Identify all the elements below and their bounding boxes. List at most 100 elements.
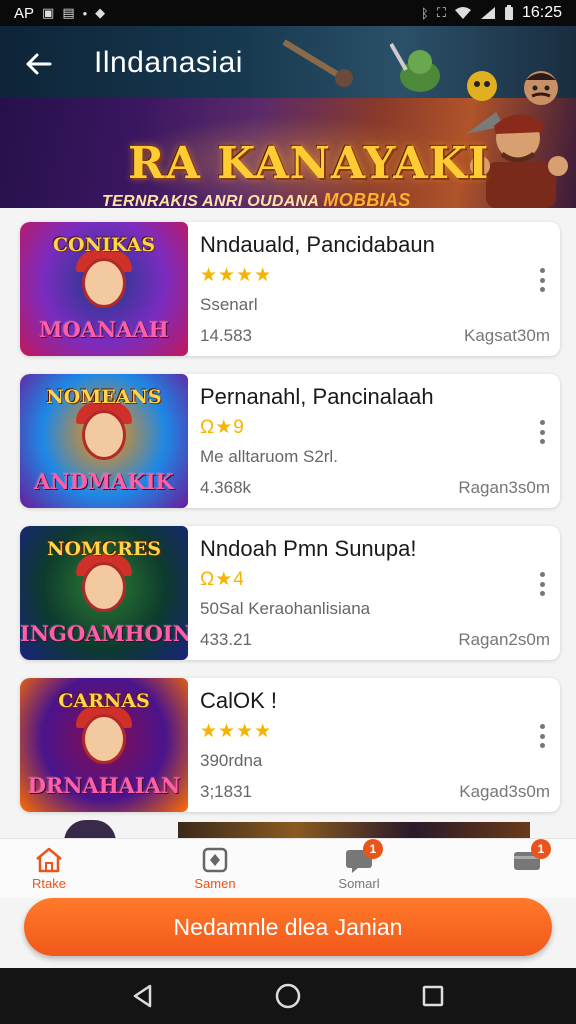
more-vert-icon[interactable]: [532, 266, 552, 294]
game-card[interactable]: NOMCRES INGOAMHOIN Nndoah Pmn Sunupa! Ω★…: [20, 526, 560, 660]
wifi-icon: [454, 7, 471, 19]
game-download-count: 14.583: [200, 326, 252, 345]
banner-subtitle-accent: MOBBIAS: [323, 190, 411, 208]
status-carrier-text: ΑΡ: [14, 4, 35, 22]
game-info: Nndoah Pmn Sunupa! Ω★4 50Sal Keraohanlis…: [200, 536, 540, 619]
game-rating-stars: Ω★4: [200, 569, 245, 590]
page-title: Ilndanasiai: [94, 46, 243, 79]
system-home-button[interactable]: [268, 976, 308, 1016]
game-thumbnail-logo-top: CONIKAS: [52, 234, 156, 256]
more-dot: [539, 429, 545, 435]
game-thumbnail-logo-top: CARNAS: [58, 690, 150, 712]
game-thumbnail[interactable]: NOMEANS ANDMAKIK: [20, 374, 188, 508]
more-dot: [539, 268, 545, 273]
battery-icon: [504, 5, 513, 20]
bluetooth-icon: ᛒ: [421, 5, 429, 21]
game-thumbnail-logo-top: NOMCRES: [46, 538, 162, 560]
game-thumbnail[interactable]: CONIKAS MOANAAH: [20, 222, 188, 356]
game-info: Pernanahl, Pancinalaah Ω★9 Me alltaruom …: [200, 384, 540, 467]
system-recents-button[interactable]: [413, 976, 453, 1016]
game-thumbnail-logo-bottom: MOANAAH: [39, 317, 169, 342]
more-dot: [539, 743, 545, 748]
photo-notification-icon: ▤: [62, 5, 75, 20]
game-thumbnail[interactable]: CARNAS DRNAHAIAN: [20, 678, 188, 812]
primary-action-button[interactable]: Nedamnle dlea Janian: [24, 898, 552, 956]
nav-item-chat[interactable]: 1 Somarl: [314, 839, 404, 891]
bomb-critter-illustration: [467, 71, 497, 101]
more-dot: [539, 439, 545, 444]
game-meta: 390rdna: [200, 751, 263, 770]
game-thumbnail-logo-bottom: ANDMAKIK: [34, 469, 174, 494]
wallet-icon: 1: [511, 839, 551, 875]
gallery-notification-icon: ▣: [42, 5, 55, 20]
game-title: CalOK !: [200, 688, 278, 713]
more-dot: [539, 420, 545, 425]
more-dot: [539, 572, 545, 577]
more-dot: [539, 581, 545, 587]
game-size: Kagad3s0m: [459, 782, 550, 801]
square-recents-icon: [423, 985, 444, 1007]
more-dot: [539, 724, 545, 729]
more-vert-icon[interactable]: [532, 418, 552, 446]
home-icon: [33, 845, 65, 875]
game-card[interactable]: CONIKAS MOANAAH Nndauald, Pancidabaun ★★…: [20, 222, 560, 356]
game-meta: Me alltaruom S2rl.: [200, 447, 338, 466]
game-thumbnail-logo-top: NOMEANS: [46, 386, 162, 408]
more-vert-icon[interactable]: [532, 570, 552, 598]
vibrate-icon: ⛶: [436, 5, 446, 20]
status-time: 16:25: [521, 4, 562, 21]
game-rating-stars: ★★★★: [200, 721, 273, 742]
system-back-button[interactable]: [123, 976, 163, 1016]
game-thumbnail-logo-bottom: DRNAHAIAN: [27, 773, 181, 798]
app-screen: ΑΡ ▣ ▤ • ◆ ᛒ ⛶ 16:25 Ilndanasiai RA KANA…: [0, 0, 576, 1024]
game-size: Ragan2s0m: [458, 630, 550, 649]
nav-item-wallet[interactable]: 1: [482, 839, 572, 875]
game-card[interactable]: NOMEANS ANDMAKIK Pernanahl, Pancinalaah …: [20, 374, 560, 508]
banner-subtitle: TERNRAKIS ANRI OUDANA MOBBIAS: [102, 190, 411, 208]
dot-notification-icon: •: [82, 5, 88, 21]
chat-icon: 1: [343, 839, 383, 875]
shield-notification-icon: ◆: [95, 5, 106, 20]
status-right: ᛒ ⛶ 16:25: [421, 4, 562, 22]
hero-banner: Ilndanasiai RA KANAYAKI TERNRAKIS ANRI O…: [0, 26, 576, 208]
game-meta: Ssenarl: [200, 295, 258, 314]
nav-item-games[interactable]: Samen: [170, 845, 260, 891]
game-thumbnail-logo-bottom: INGOAMHOIN: [20, 621, 188, 646]
game-download-count: 3;1831: [200, 782, 252, 801]
game-card[interactable]: CARNAS DRNAHAIAN CalOK ! ★★★★ 390rdna 3;…: [20, 678, 560, 812]
character-face-illustration: [82, 410, 126, 460]
arrow-left-icon: [26, 53, 52, 75]
sword-critter-illustration: [282, 39, 353, 87]
more-vert-icon[interactable]: [532, 722, 552, 750]
game-rating-stars: ★★★★: [200, 265, 273, 286]
nav-label-games: Samen: [194, 876, 236, 891]
game-list: CONIKAS MOANAAH Nndauald, Pancidabaun ★★…: [20, 222, 560, 830]
signal-icon: [480, 7, 495, 19]
nav-label-home: Rtake: [32, 876, 66, 891]
banner-title: RA KANAYAKI: [128, 138, 490, 189]
circle-home-icon: [275, 983, 301, 1009]
system-navigation-bar: [0, 968, 576, 1024]
back-button[interactable]: [18, 44, 58, 84]
goblin-illustration: [390, 42, 440, 92]
more-dot: [539, 733, 545, 739]
game-download-count: 4.368k: [200, 478, 252, 497]
game-size: Kagsat30m: [464, 326, 550, 345]
game-title: Nndoah Pmn Sunupa!: [200, 536, 417, 561]
game-size: Ragan3s0m: [458, 478, 550, 497]
pirate-face-illustration: [524, 71, 558, 105]
game-thumbnail[interactable]: NOMCRES INGOAMHOIN: [20, 526, 188, 660]
more-dot: [539, 277, 545, 283]
character-face-illustration: [82, 714, 126, 764]
character-face-illustration: [82, 258, 126, 308]
game-info: CalOK ! ★★★★ 390rdna: [200, 688, 540, 771]
status-bar: ΑΡ ▣ ▤ • ◆ ᛒ ⛶ 16:25: [0, 0, 576, 26]
bottom-nav: Rtake Samen 1 Somarl 1: [0, 838, 576, 898]
more-dot: [539, 287, 545, 292]
triangle-back-icon: [133, 984, 151, 1008]
game-info: Nndauald, Pancidabaun ★★★★ Ssenarl: [200, 232, 540, 315]
character-face-illustration: [82, 562, 126, 612]
nav-item-home[interactable]: Rtake: [4, 845, 94, 891]
game-title: Pernanahl, Pancinalaah: [200, 384, 434, 409]
game-title: Nndauald, Pancidabaun: [200, 232, 435, 257]
